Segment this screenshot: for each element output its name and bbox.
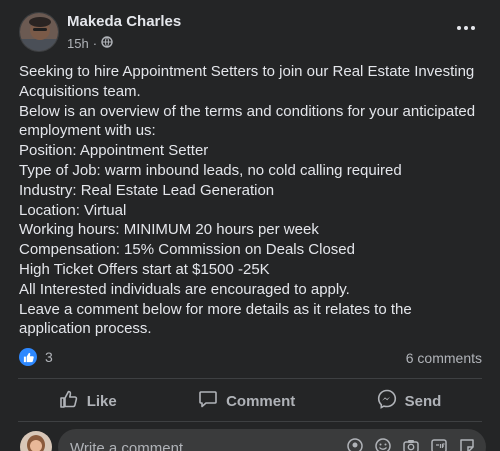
messenger-icon: [377, 389, 397, 413]
post-line: application process.: [19, 320, 152, 338]
meta-separator: ·: [92, 36, 98, 51]
post-line: Leave a comment below for more details a…: [19, 300, 412, 318]
post-line: Type of Job: warm inbound leads, no cold…: [19, 161, 402, 179]
comment-composer: [58, 429, 486, 451]
comment-icon: [198, 389, 218, 413]
current-user-avatar[interactable]: [20, 431, 52, 451]
post-line: Acquisitions team.: [19, 82, 141, 100]
camera-icon[interactable]: [402, 437, 420, 451]
comment-button[interactable]: Comment: [198, 389, 295, 413]
emoji-icon[interactable]: [374, 437, 392, 451]
post-meta: 15h ·: [67, 36, 113, 51]
reaction-summary[interactable]: 3: [19, 348, 53, 366]
send-button[interactable]: Send: [377, 389, 442, 413]
like-button[interactable]: Like: [59, 389, 117, 413]
send-label: Send: [404, 392, 442, 410]
action-bar: Like Comment Send: [18, 381, 482, 421]
reaction-count[interactable]: 3: [45, 349, 53, 365]
composer-tools: [346, 437, 476, 451]
post-body: Seeking to hire Appointment Setters to j…: [19, 62, 489, 339]
post-line: Working hours: MINIMUM 20 hours per week: [19, 221, 319, 239]
divider-top: [18, 378, 482, 379]
more-options-icon[interactable]: [454, 20, 478, 36]
post-line: High Ticket Offers start at $1500 -25K: [19, 260, 270, 278]
divider-bottom: [18, 421, 482, 422]
comment-label: Comment: [226, 392, 296, 410]
post-line: All Interested individuals are encourage…: [19, 280, 350, 298]
post-time[interactable]: 15h: [67, 36, 89, 51]
post-line: Location: Virtual: [19, 201, 127, 219]
post-line: Below is an overview of the terms and co…: [19, 102, 476, 120]
comments-count[interactable]: 6 comments: [406, 350, 482, 366]
like-reaction-icon: [19, 348, 37, 366]
post-line: Position: Appointment Setter: [19, 142, 209, 160]
author-avatar[interactable]: [19, 12, 59, 52]
like-label: Like: [86, 392, 117, 410]
sticker-icon[interactable]: [458, 437, 476, 451]
comment-input[interactable]: [70, 438, 330, 451]
post-line: Industry: Real Estate Lead Generation: [19, 181, 275, 199]
post-line: employment with us:: [19, 122, 156, 140]
post-card: Makeda Charles 15h · Seeking to hire App…: [0, 0, 500, 451]
globe-icon: [101, 36, 113, 51]
thumbs-up-icon: [59, 389, 79, 413]
post-line: Compensation: 15% Commission on Deals Cl…: [19, 241, 355, 259]
gif-icon[interactable]: [430, 437, 448, 451]
avatar-sticker-icon[interactable]: [346, 437, 364, 451]
post-line: Seeking to hire Appointment Setters to j…: [19, 63, 475, 80]
author-name[interactable]: Makeda Charles: [67, 13, 181, 30]
